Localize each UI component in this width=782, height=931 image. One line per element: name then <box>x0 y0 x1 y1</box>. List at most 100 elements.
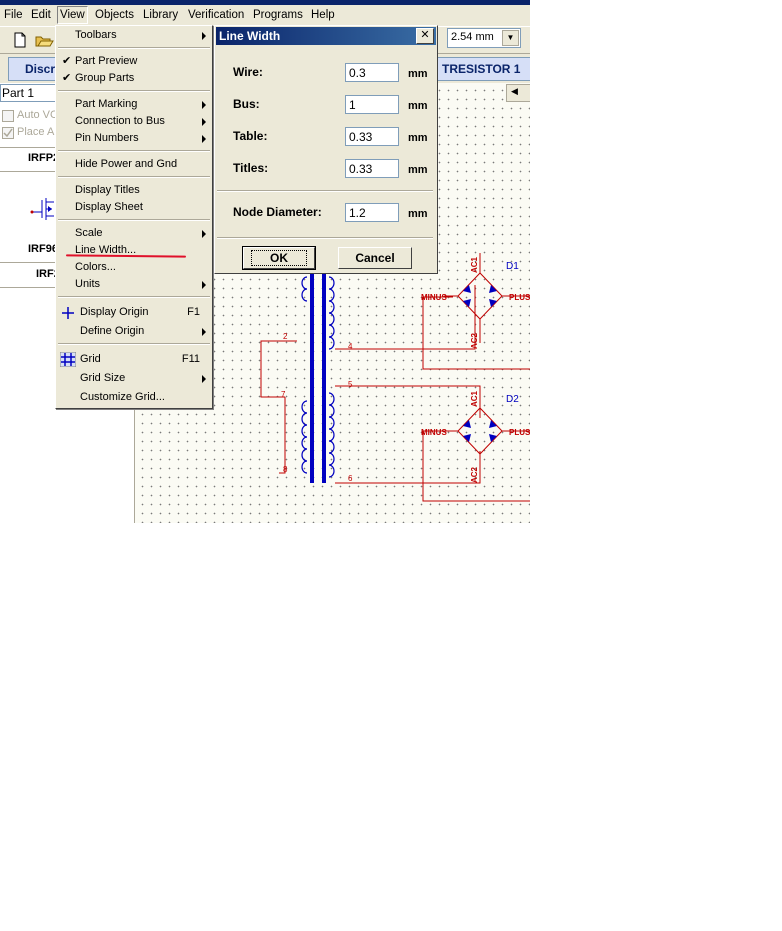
pin-label: 6 <box>348 474 353 483</box>
minus-label: MINUS <box>421 428 447 437</box>
menu-help[interactable]: Help <box>309 7 337 23</box>
menu-item-label: Units <box>75 278 101 290</box>
menu-item-part-preview[interactable]: ✔ Part Preview <box>56 53 212 70</box>
minus-label: MINUS <box>421 293 447 302</box>
tab-tresistor[interactable]: TRESISTOR 1 <box>437 57 530 81</box>
menu-view[interactable]: View <box>57 6 88 24</box>
ok-button[interactable]: OK <box>242 246 316 270</box>
menu-item-label: Scale <box>75 227 103 239</box>
place-checkbox-label: Place A <box>17 126 55 138</box>
submenu-arrow-icon <box>202 281 206 289</box>
crosshair-icon <box>62 307 74 319</box>
menu-item-define-origin[interactable]: Define Origin <box>56 323 212 340</box>
pin-label: 4 <box>348 342 353 351</box>
submenu-arrow-icon <box>202 101 206 109</box>
submenu-arrow-icon <box>202 118 206 126</box>
menu-item-customize-grid[interactable]: Customize Grid... <box>56 389 212 406</box>
menu-separator <box>58 90 210 92</box>
menu-separator <box>58 343 210 345</box>
menu-file[interactable]: File <box>2 7 25 23</box>
menu-item-pin-numbers[interactable]: Pin Numbers <box>56 130 212 147</box>
pin-label: 8 <box>283 465 288 474</box>
menu-item-label: Part Preview <box>75 55 138 67</box>
new-file-icon <box>14 32 26 48</box>
menu-item-label: Grid <box>80 353 101 365</box>
menu-item-label: Colors... <box>75 261 116 273</box>
plus-label: PLUS <box>509 293 530 302</box>
checkmark-icon: ✔ <box>62 72 72 84</box>
submenu-arrow-icon <box>202 375 206 383</box>
part-selector[interactable]: Part 1 <box>0 84 59 102</box>
menu-item-shortcut: F11 <box>181 353 200 365</box>
menu-item-colors[interactable]: Colors... <box>56 259 212 276</box>
menu-item-toolbars[interactable]: Toolbars <box>56 27 212 44</box>
transformer-core <box>322 273 326 483</box>
menu-item-label: Display Sheet <box>75 201 143 213</box>
dialog-title: Line Width <box>216 27 436 45</box>
menu-objects[interactable]: Objects <box>93 7 136 23</box>
ac1-label: AC1 <box>470 390 479 407</box>
auto-checkbox[interactable] <box>2 110 14 122</box>
menu-item-label: Part Marking <box>75 98 138 110</box>
menu-item-label: Connection to Bus <box>75 115 165 127</box>
ac2-label: AC2 <box>470 466 479 483</box>
dialog-separator <box>217 237 433 239</box>
menu-item-display-sheet[interactable]: Display Sheet <box>56 199 212 216</box>
menu-item-display-titles[interactable]: Display Titles <box>56 182 212 199</box>
submenu-arrow-icon <box>202 32 206 40</box>
submenu-arrow-icon <box>202 135 206 143</box>
cancel-button[interactable]: Cancel <box>338 247 412 269</box>
node-diameter-input[interactable]: 1.2 <box>345 203 399 222</box>
table-width-input[interactable]: 0.33 <box>345 127 399 146</box>
menu-item-group-parts[interactable]: ✔ Group Parts <box>56 70 212 87</box>
bus-width-input[interactable]: 1 <box>345 95 399 114</box>
titles-label: Titles: <box>233 161 269 175</box>
d1-label: D1 <box>506 261 519 272</box>
unit-label: mm <box>408 208 428 220</box>
menu-separator <box>58 150 210 152</box>
line-width-dialog: Line Width ✕ Wire: 0.3 mm Bus: 1 mm Tabl… <box>214 25 438 274</box>
pin-label: 5 <box>348 380 353 389</box>
menu-item-units[interactable]: Units <box>56 276 212 293</box>
titles-width-input[interactable]: 0.33 <box>345 159 399 178</box>
node-diameter-label: Node Diameter: <box>233 205 322 219</box>
menu-item-grid[interactable]: Grid F11 <box>56 351 212 368</box>
menu-item-connection-to-bus[interactable]: Connection to Bus <box>56 113 212 130</box>
place-checkbox[interactable] <box>2 127 14 139</box>
menu-item-grid-size[interactable]: Grid Size <box>56 370 212 387</box>
chevron-down-icon[interactable]: ▼ <box>502 30 519 46</box>
wire-width-input[interactable]: 0.3 <box>345 63 399 82</box>
bus-label: Bus: <box>233 97 260 111</box>
grid-size-combo[interactable]: 2.54 mm ▼ <box>447 28 521 48</box>
menu-item-label: Hide Power and Gnd <box>75 158 178 170</box>
plus-label: PLUS <box>509 428 530 437</box>
menu-item-label: Define Origin <box>80 325 145 337</box>
menu-item-scale[interactable]: Scale <box>56 225 212 242</box>
menu-bar: File Edit View Objects Library Verificat… <box>0 5 530 25</box>
menu-item-label: Grid Size <box>80 372 126 384</box>
pin-label: 2 <box>283 332 288 341</box>
open-file-button[interactable] <box>34 30 54 50</box>
open-folder-icon <box>35 36 54 47</box>
transformer-core <box>310 273 314 483</box>
menu-item-label: Customize Grid... <box>80 391 165 403</box>
unit-label: mm <box>408 132 428 144</box>
menu-item-display-origin[interactable]: Display Origin F1 <box>56 304 212 321</box>
close-icon[interactable]: ✕ <box>416 28 434 44</box>
d2-label: D2 <box>506 394 519 405</box>
menu-item-hide-power[interactable]: Hide Power and Gnd <box>56 156 212 173</box>
dialog-separator <box>217 190 433 192</box>
menu-verification[interactable]: Verification <box>186 7 246 23</box>
unit-label: mm <box>408 100 428 112</box>
checkmark-icon: ✔ <box>62 55 72 67</box>
menu-library[interactable]: Library <box>141 7 180 23</box>
menu-separator <box>58 296 210 298</box>
wire-label: Wire: <box>233 65 263 79</box>
menu-programs[interactable]: Programs <box>251 7 305 23</box>
menu-edit[interactable]: Edit <box>29 7 53 23</box>
new-file-button[interactable] <box>10 30 30 50</box>
menu-separator <box>58 176 210 178</box>
part-name-irf96[interactable]: IRF96 <box>28 243 58 255</box>
menu-item-part-marking[interactable]: Part Marking <box>56 96 212 113</box>
view-menu-dropdown: Toolbars ✔ Part Preview ✔ Group Parts Part… <box>55 25 213 409</box>
